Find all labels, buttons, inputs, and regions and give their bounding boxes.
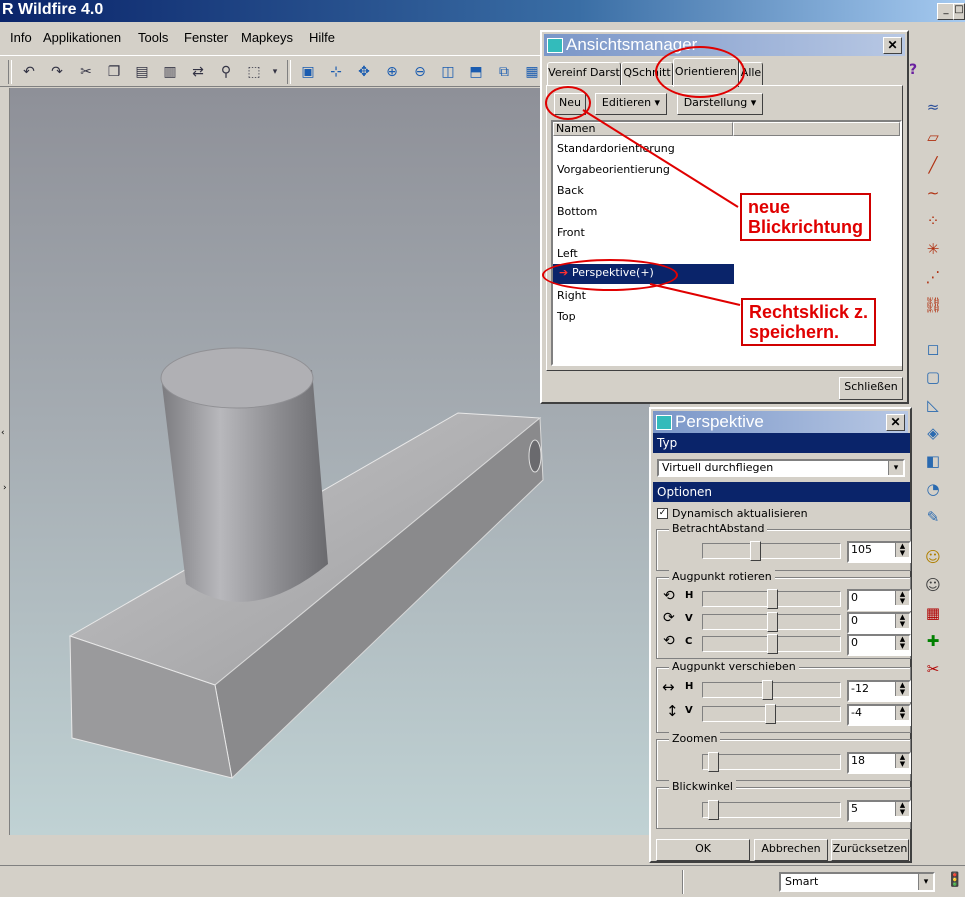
- annotation-text: speichern.: [749, 322, 840, 342]
- annotation-circle-tab: [655, 46, 745, 98]
- annotation-text: neue: [748, 197, 791, 217]
- annotation-line-new: [582, 109, 739, 208]
- annotation-circle-new: [545, 86, 591, 120]
- annotation-new-direction: neue Blickrichtung: [740, 193, 872, 241]
- annotation-circle-item: [542, 259, 678, 291]
- annotation-lines: [582, 109, 741, 306]
- annotation-text: Rechtsklick z.: [749, 302, 869, 322]
- annotation-line-save: [649, 283, 741, 306]
- annotation-text: Blickrichtung: [748, 217, 864, 237]
- annotation-right-click-save: Rechtsklick z. speichern.: [741, 298, 877, 346]
